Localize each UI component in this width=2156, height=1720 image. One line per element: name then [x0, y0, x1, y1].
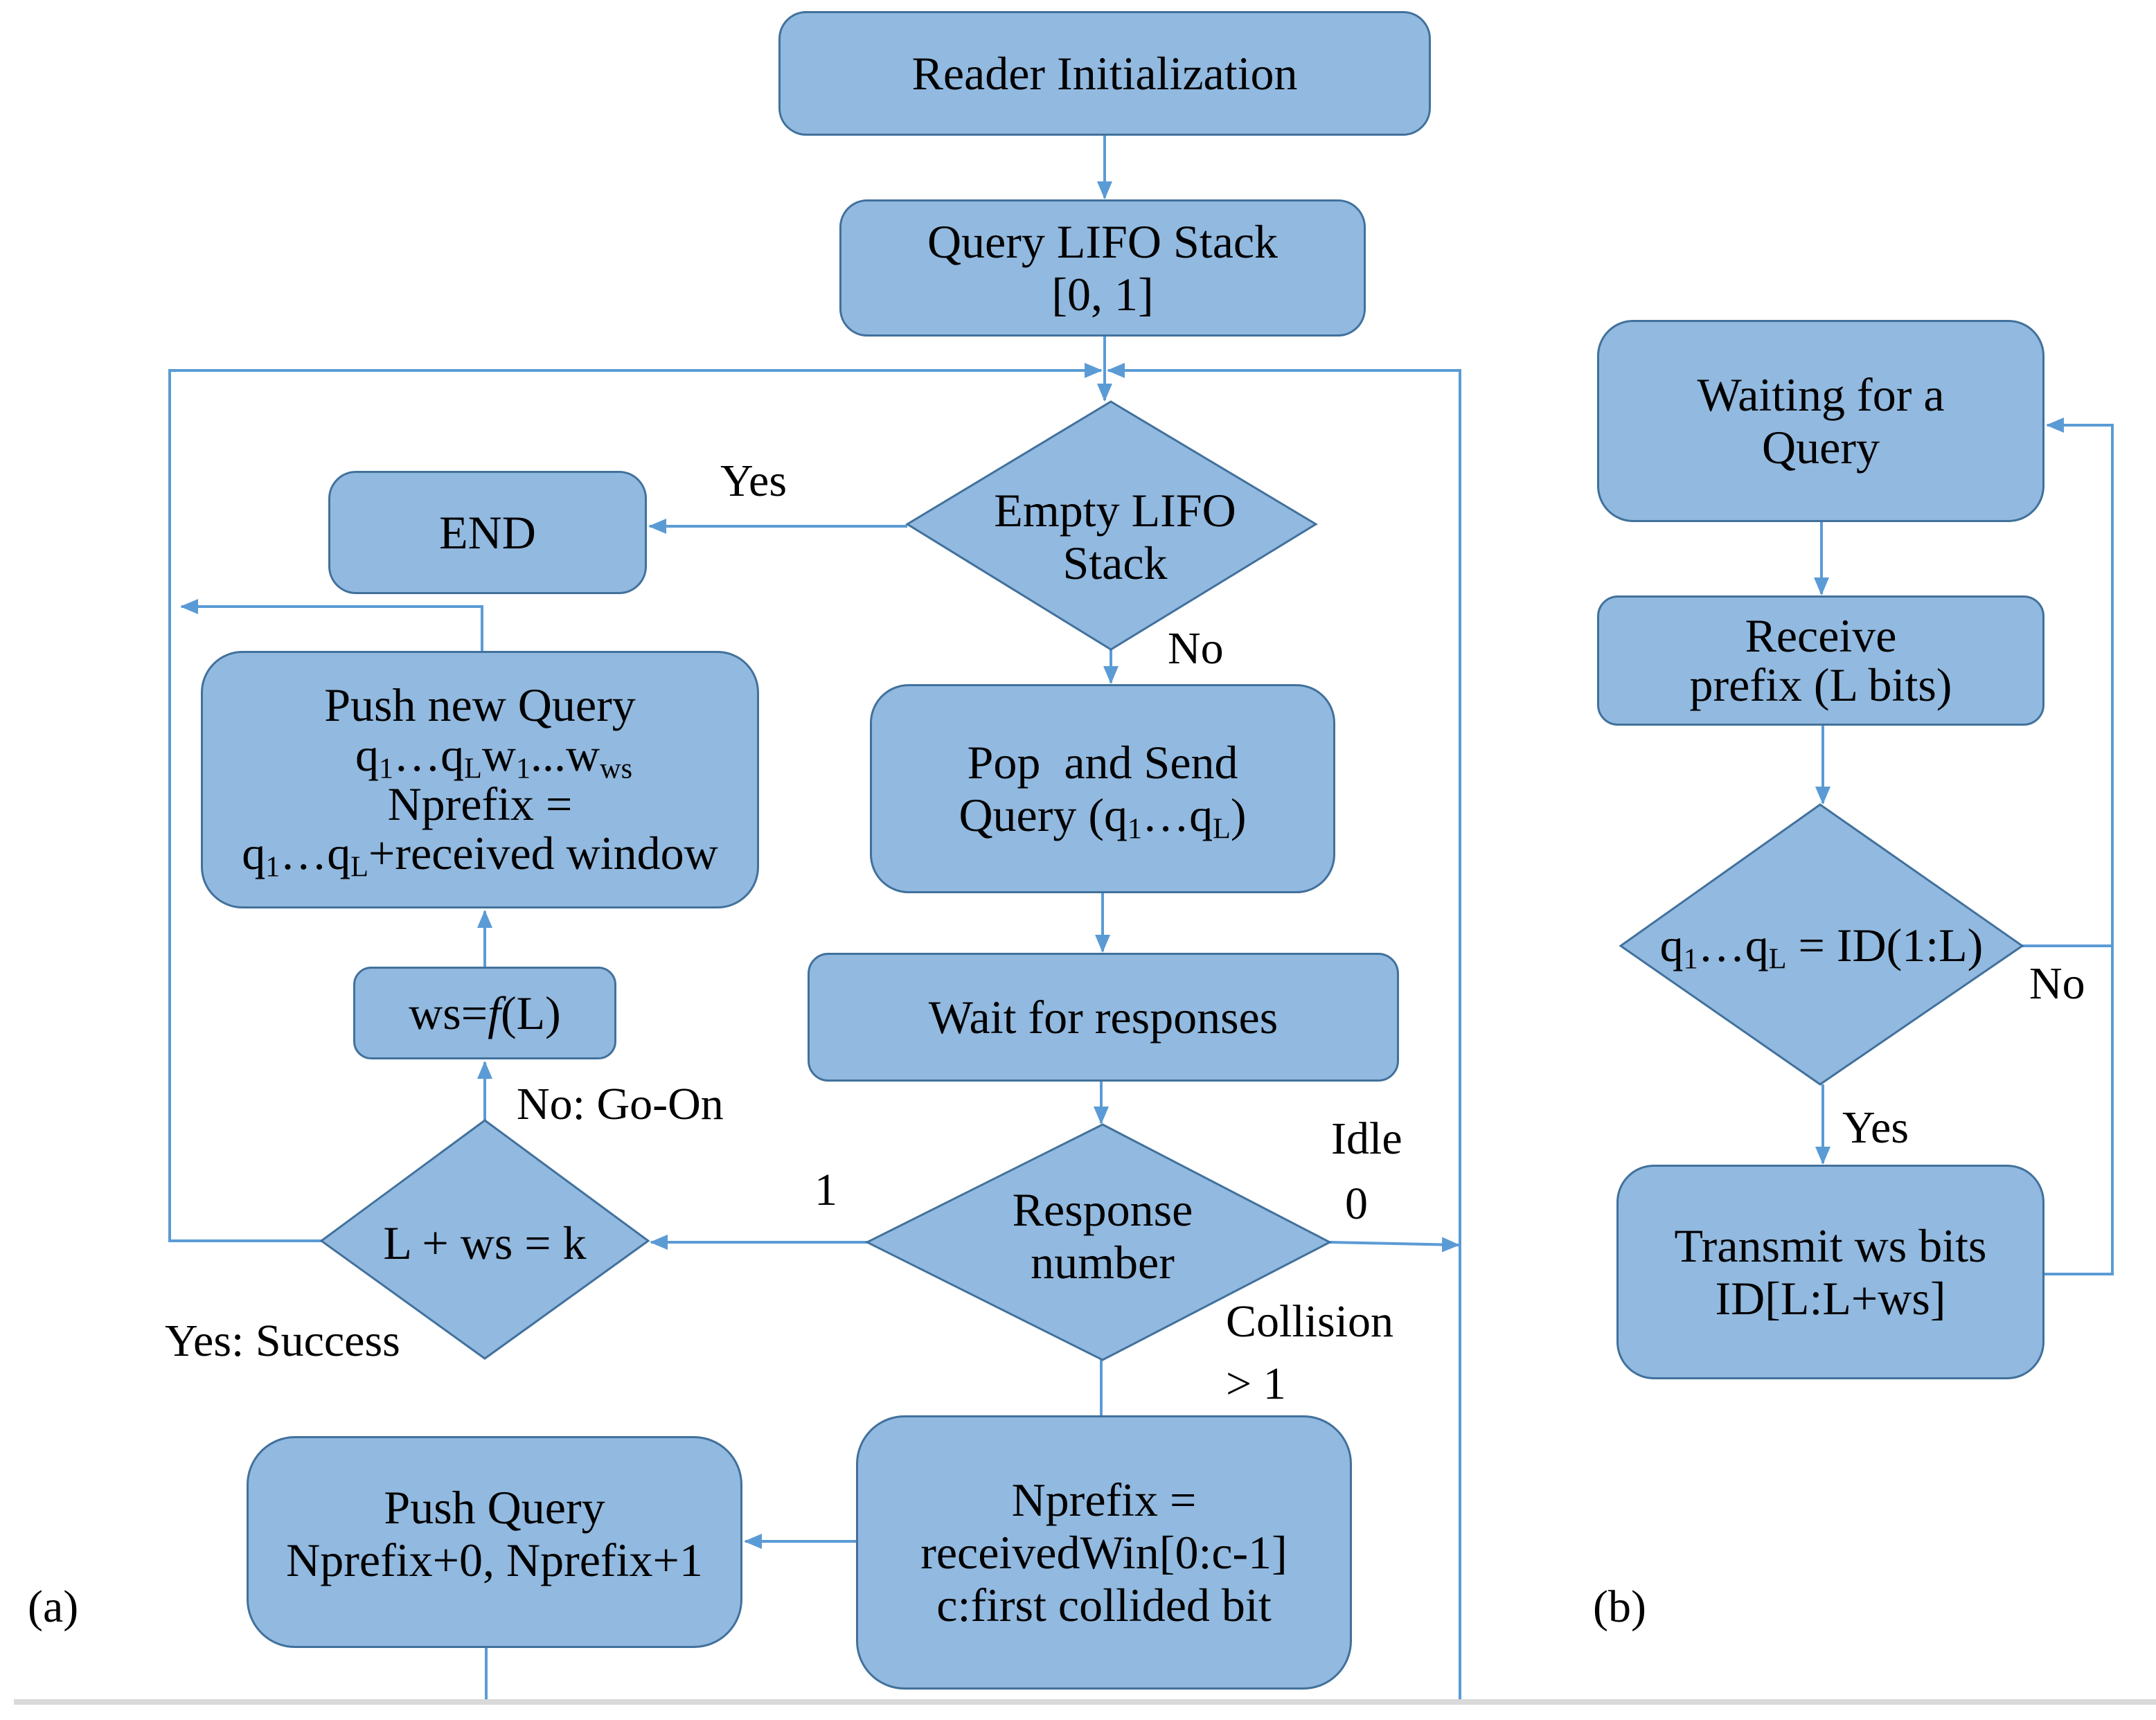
label-yes-success: Yes: Success [165, 1316, 400, 1366]
label-gt-one: > 1 [1226, 1359, 1286, 1409]
nprefix-line3: c:first collided bit [936, 1579, 1272, 1632]
wait-responses-box: Wait for responses [808, 953, 1399, 1082]
empty-stack-line2: Stack [1062, 537, 1168, 589]
nprefix-box: Nprefix = receivedWin[0:c-1] c:first col… [856, 1415, 1352, 1690]
push-new-query-line3: Nprefix = [387, 778, 573, 830]
empty-stack-line1: Empty LIFO [994, 483, 1236, 537]
label-one: 1 [814, 1165, 837, 1215]
push-new-query-line1: Push new Query [324, 679, 636, 732]
arrow-pushnew-to-loop [180, 599, 483, 651]
ws-function-text: ws=f(L) [409, 986, 561, 1039]
push-query-box: Push Query Nprefix+0, Nprefix+1 [247, 1436, 742, 1648]
label-yes-end: Yes [720, 456, 787, 506]
prefix-match-text: q1…qL = ID(1:L) [1659, 918, 1984, 976]
transmit-line1: Transmit ws bits [1674, 1219, 1987, 1272]
reader-initialization-box: Reader Initialization [778, 11, 1431, 136]
label-collision: Collision [1226, 1296, 1394, 1347]
receive-prefix-box: Receive prefix (L bits) [1597, 595, 2044, 726]
transmit-line2: ID[L:L+ws] [1715, 1272, 1946, 1325]
nprefix-line1: Nprefix = [1011, 1473, 1197, 1526]
arrow-response-idle [1329, 1237, 1460, 1253]
receive-line2: prefix (L bits) [1689, 659, 1952, 711]
push-query-line2: Nprefix+0, Nprefix+1 [286, 1534, 703, 1587]
transmit-box: Transmit ws bits ID[L:L+ws] [1616, 1165, 2044, 1379]
label-zero: 0 [1345, 1179, 1368, 1229]
response-number-line2: number [1031, 1236, 1175, 1289]
response-number-line1: Response [1012, 1183, 1193, 1236]
pop-send-line1: Pop and Send [967, 735, 1238, 789]
nprefix-line2: receivedWin[0:c-1] [920, 1525, 1288, 1579]
wait-responses-text: Wait for responses [928, 990, 1279, 1043]
query-stack-line1: Query LIFO Stack [927, 215, 1279, 268]
push-query-line1: Push Query [384, 1481, 605, 1534]
caption-b: (b) [1593, 1582, 1646, 1632]
label-b-no: No [2029, 958, 2085, 1009]
receive-line1: Receive [1745, 609, 1897, 662]
waiting-query-box: Waiting for a Query [1597, 320, 2044, 522]
query-stack-box: Query LIFO Stack [0, 1] [839, 199, 1366, 337]
empty-stack-label: Empty LIFO Stack [956, 478, 1274, 595]
end-box: END [328, 471, 647, 594]
reader-initialization-text: Reader Initialization [911, 46, 1298, 100]
caption-a: (a) [28, 1582, 79, 1632]
label-no-go-on: No: Go-On [517, 1079, 724, 1129]
l-ws-k-label: L + ws = k [346, 1212, 623, 1274]
response-number-label: Response number [964, 1177, 1241, 1295]
pop-send-line2: Query (q1…qL) [959, 789, 1247, 845]
waiting-line2: Query [1762, 421, 1880, 474]
pop-send-box: Pop and Send Query (q1…qL) [870, 684, 1335, 893]
end-text: END [439, 505, 536, 559]
l-ws-k-text: L + ws = k [383, 1216, 587, 1269]
label-idle: Idle [1331, 1113, 1402, 1164]
bottom-separator [14, 1699, 2156, 1705]
ws-function-box: ws=f(L) [353, 967, 616, 1059]
query-stack-line2: [0, 1] [1051, 268, 1154, 321]
loop-transmit-to-waiting [2044, 418, 2114, 1275]
push-new-query-box: Push new Query q1…qLw1...wws Nprefix = q… [201, 651, 759, 908]
label-b-yes: Yes [1842, 1102, 1909, 1153]
waiting-line1: Waiting for a [1697, 368, 1945, 421]
label-no-pop: No [1168, 623, 1224, 674]
push-new-query-line2: q1…qLw1...wws [355, 728, 632, 785]
push-new-query-line4: q1…qL+received window [242, 827, 718, 884]
prefix-match-label: q1…qL = ID(1:L) [1621, 914, 2022, 976]
